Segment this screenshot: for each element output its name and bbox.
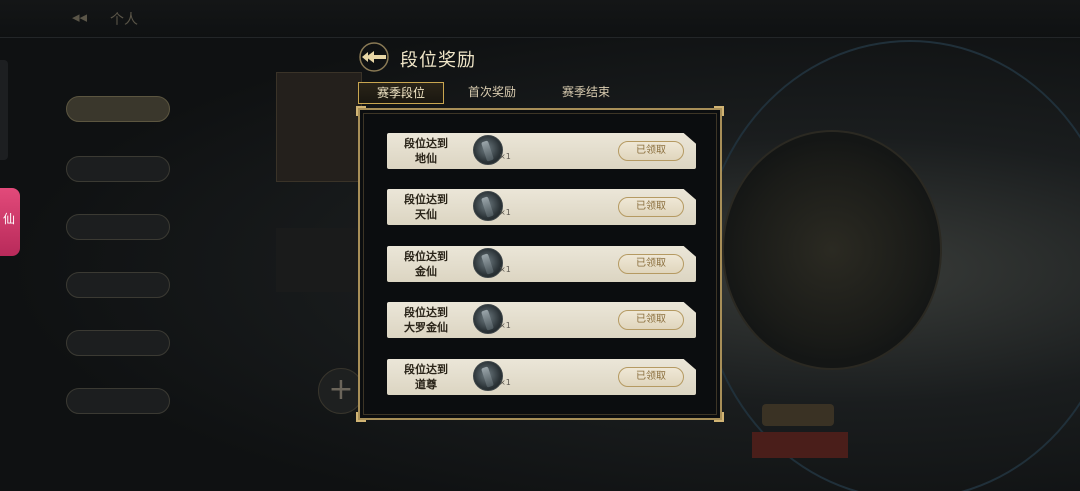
panel-corner [356,106,366,116]
rank-name: 道尊 [415,378,437,391]
item-count: ×1 [499,265,511,274]
reward-row: 段位达到 地仙 ×1 已领取 [387,133,696,169]
background-emblem [722,130,942,370]
panel-corner [714,412,724,422]
background-left-strip [0,60,8,160]
item-count: ×1 [499,208,511,217]
sword-token-blade [481,366,494,388]
rank-requirement: 段位达到 天仙 [387,192,465,222]
item-count: ×1 [499,378,511,387]
claimed-button[interactable]: 已领取 [618,197,684,217]
item-count: ×1 [499,152,511,161]
rank-requirement: 段位达到 大罗金仙 [387,305,465,335]
claimed-button[interactable]: 已领取 [618,141,684,161]
background-side-tab-label: 仙 [3,212,16,226]
background-side-tab: 仙 [0,188,20,256]
rank-requirement: 段位达到 金仙 [387,249,465,279]
background-banner [752,432,848,458]
back-arrow-icon[interactable] [358,40,396,74]
background-back-icon: ◂◂ [72,8,88,26]
background-menu-item [66,156,170,182]
background-button [762,404,834,426]
rank-requirement-prefix: 段位达到 [404,137,448,150]
rank-name: 金仙 [415,265,437,278]
tab-first-reward[interactable]: 首次奖励 [456,82,528,104]
background-card [276,228,362,292]
rank-requirement-prefix: 段位达到 [404,250,448,263]
background-title: 个人 [110,12,138,28]
dialog-title: 段位奖励 [400,50,476,71]
claimed-button[interactable]: 已领取 [618,367,684,387]
claimed-button[interactable]: 已领取 [618,310,684,330]
rank-requirement-prefix: 段位达到 [404,193,448,206]
background-menu-item [66,330,170,356]
reward-row: 段位达到 金仙 ×1 已领取 [387,246,696,282]
background-menu-item [66,214,170,240]
rank-name: 大罗金仙 [404,321,448,334]
item-count: ×1 [499,321,511,330]
sword-token-blade [481,309,494,331]
rank-name: 地仙 [415,152,437,165]
rank-requirement-prefix: 段位达到 [404,363,448,376]
reward-row: 段位达到 天仙 ×1 已领取 [387,189,696,225]
panel-corner [714,106,724,116]
rank-requirement: 段位达到 道尊 [387,362,465,392]
panel-corner [356,412,366,422]
sword-token-blade [481,253,494,275]
sword-token-blade [481,140,494,162]
sword-token-blade [481,196,494,218]
reward-row: 段位达到 道尊 ×1 已领取 [387,359,696,395]
reward-row: 段位达到 大罗金仙 ×1 已领取 [387,302,696,338]
rank-name: 天仙 [415,208,437,221]
background-menu-item [66,388,170,414]
tab-season-end[interactable]: 赛季结束 [550,82,622,104]
rank-requirement-prefix: 段位达到 [404,306,448,319]
background-menu-item [66,272,170,298]
background-avatar-card [276,72,362,182]
claimed-button[interactable]: 已领取 [618,254,684,274]
tab-season-rank[interactable]: 赛季段位 [358,82,444,104]
background-topbar [0,0,1080,38]
background-menu-item [66,96,170,122]
tab-bar: 赛季段位 首次奖励 赛季结束 [358,82,718,104]
rank-requirement: 段位达到 地仙 [387,136,465,166]
